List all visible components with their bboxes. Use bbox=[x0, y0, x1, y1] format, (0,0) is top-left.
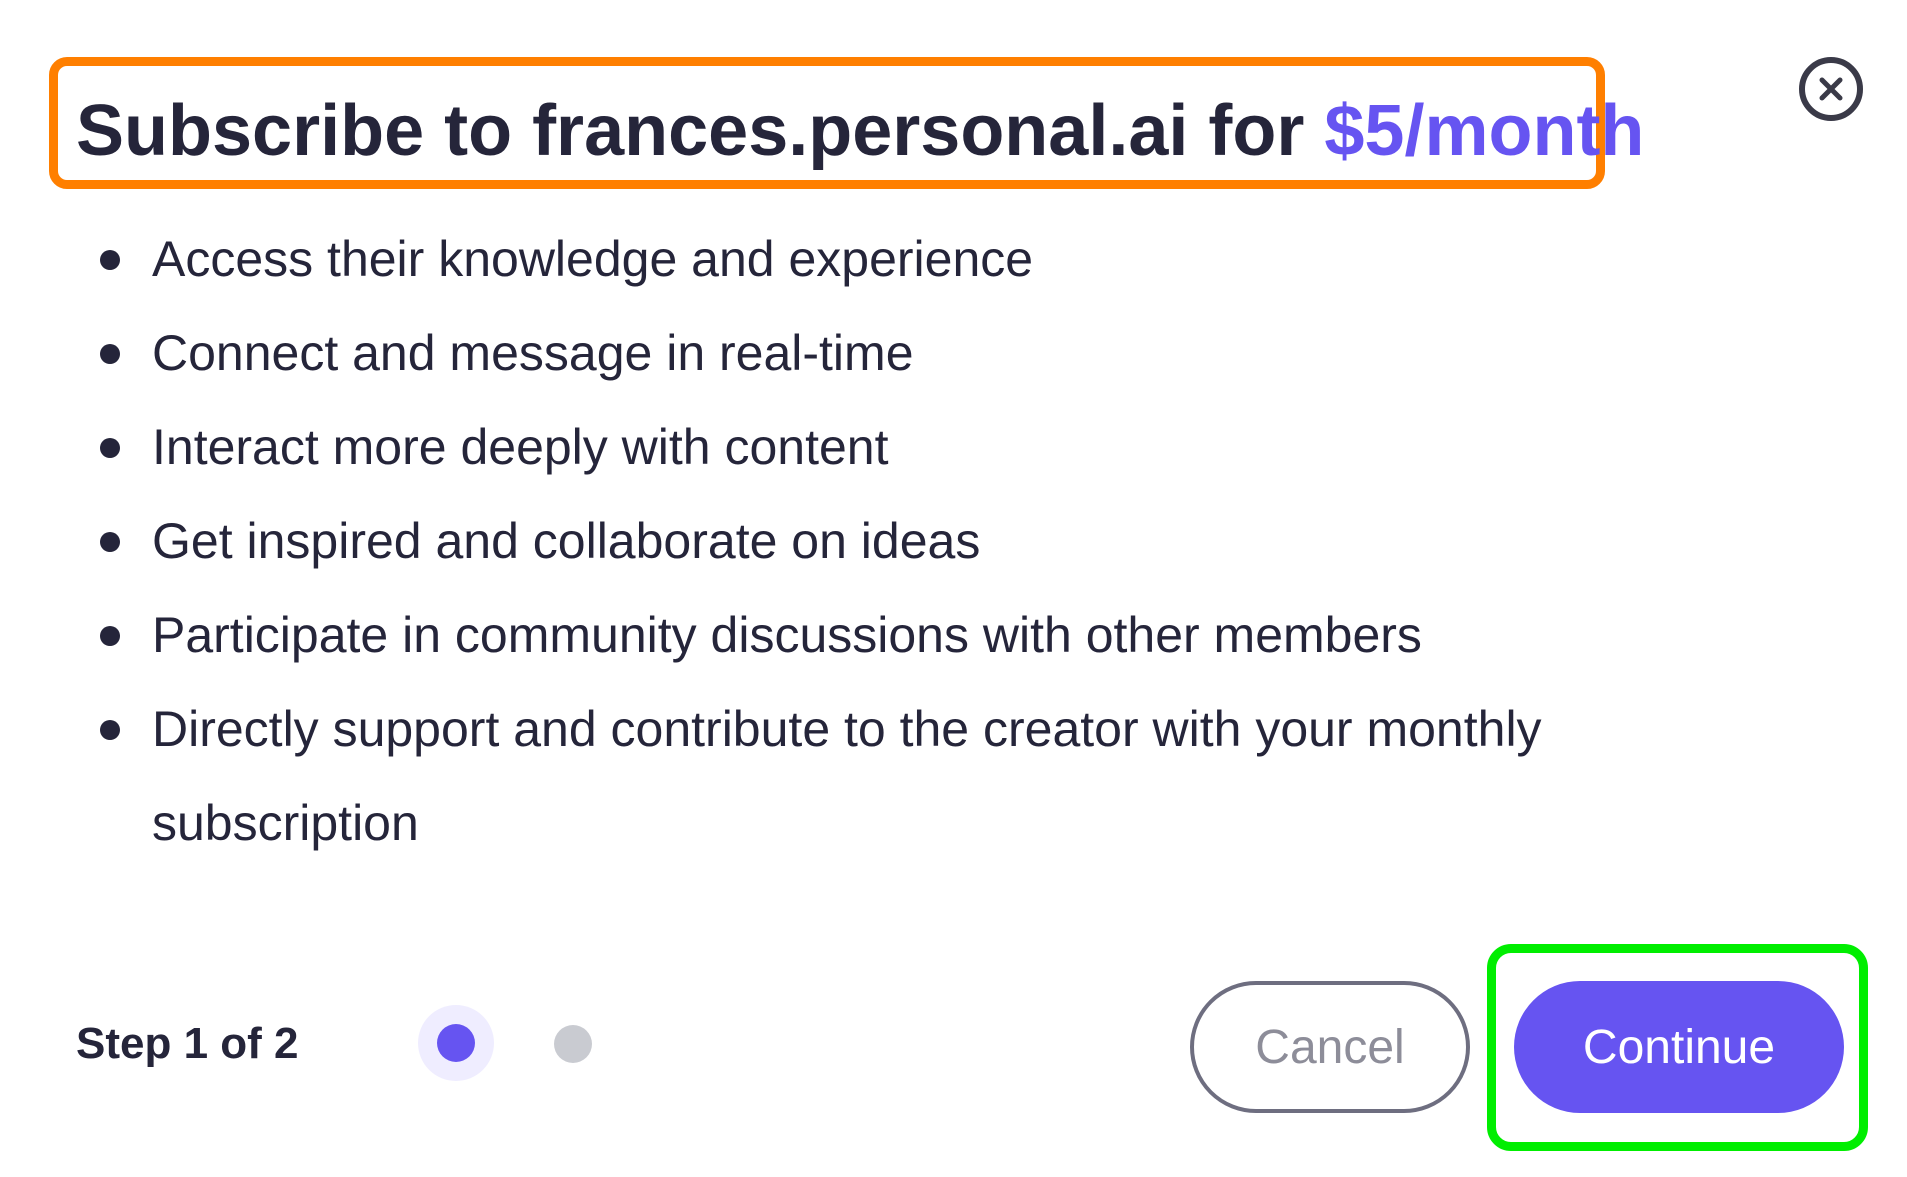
step-indicator-label: Step 1 of 2 bbox=[76, 1019, 299, 1068]
subscribe-dialog: Subscribe to frances.personal.ai for $5/… bbox=[0, 0, 1907, 1177]
benefit-item: Connect and message in real-time bbox=[100, 306, 1752, 400]
benefit-item: Get inspired and collaborate on ideas bbox=[100, 494, 1752, 588]
title-price: $5/month bbox=[1324, 91, 1645, 171]
benefit-item: Access their knowledge and experience bbox=[100, 212, 1752, 306]
benefit-item: Interact more deeply with content bbox=[100, 400, 1752, 494]
close-button[interactable] bbox=[1799, 57, 1863, 121]
close-circle-icon bbox=[1817, 75, 1845, 103]
cancel-button[interactable]: Cancel bbox=[1190, 981, 1470, 1113]
benefit-item: Participate in community discussions wit… bbox=[100, 588, 1752, 682]
dialog-title: Subscribe to frances.personal.ai for $5/… bbox=[76, 86, 1644, 176]
dialog-footer: Step 1 of 2 Cancel Continue bbox=[0, 944, 1907, 1151]
benefit-item: Directly support and contribute to the c… bbox=[100, 682, 1672, 870]
title-text: Subscribe to frances.personal.ai for bbox=[76, 91, 1325, 171]
step-dot-inactive bbox=[554, 1025, 592, 1063]
continue-button[interactable]: Continue bbox=[1514, 981, 1844, 1113]
benefits-list: Access their knowledge and experience Co… bbox=[100, 212, 1752, 870]
step-dot-active bbox=[437, 1024, 475, 1062]
